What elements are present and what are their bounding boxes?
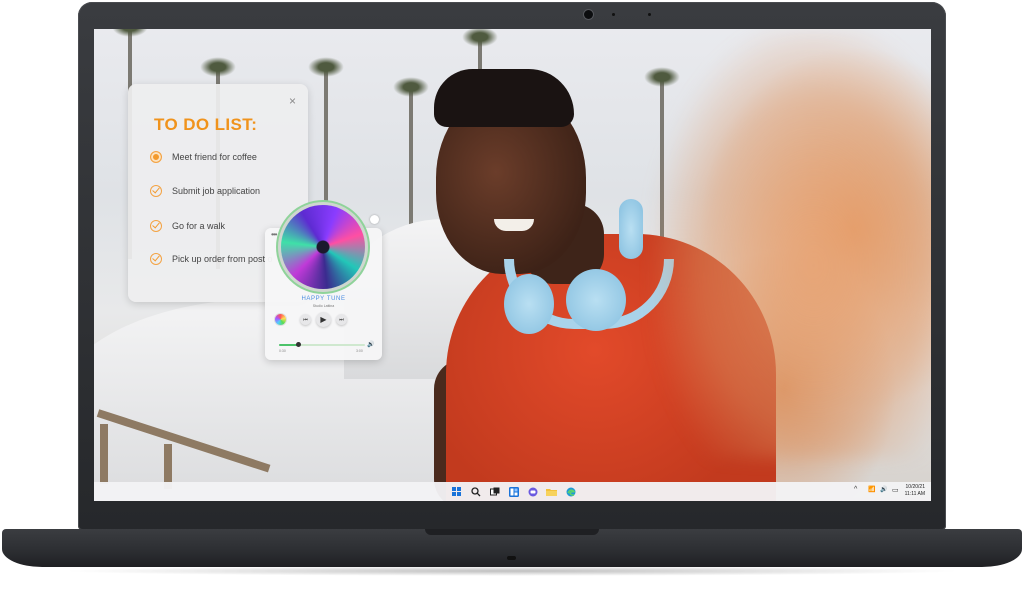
- drag-handle[interactable]: [370, 215, 379, 224]
- todo-item-label: Meet friend for coffee: [172, 152, 257, 162]
- close-icon[interactable]: ×: [289, 94, 296, 108]
- todo-item[interactable]: Submit job application: [150, 185, 260, 197]
- todo-item-label: Submit job application: [172, 186, 261, 196]
- battery-icon[interactable]: ▭: [892, 486, 899, 494]
- play-button[interactable]: ▶: [316, 312, 331, 327]
- headphone-cup-left: [504, 274, 554, 334]
- todo-item[interactable]: Meet friend for coffee: [150, 151, 257, 163]
- progress-knob[interactable]: [295, 342, 301, 347]
- todo-item[interactable]: Pick up order from post o: [150, 253, 273, 265]
- volume-icon[interactable]: 🔊: [367, 341, 374, 348]
- person-hair: [434, 69, 574, 127]
- todo-item-label: Pick up order from post o: [172, 254, 273, 264]
- todo-item-label: Go for a walk: [172, 221, 226, 231]
- widgets-icon[interactable]: [508, 486, 519, 497]
- file-explorer-icon[interactable]: [546, 486, 557, 497]
- task-view-icon[interactable]: [489, 486, 500, 497]
- front-sensor: [507, 556, 516, 560]
- song-artist: Studio Lattina: [312, 304, 335, 308]
- headphone-arm: [619, 199, 643, 259]
- chat-icon[interactable]: [527, 486, 538, 497]
- next-track-button[interactable]: ⏭: [336, 314, 347, 325]
- todo-item[interactable]: Go for a walk: [150, 220, 225, 232]
- music-player-widget: ••• HAPPY TUNE Studio Lattina ⏮ ▶ ⏭ 🔊 0:…: [265, 205, 382, 360]
- time-elapsed: 0:30: [279, 349, 286, 353]
- lid-hinge-notch: [425, 529, 599, 535]
- edge-browser-icon[interactable]: [565, 486, 576, 497]
- person-smile: [494, 219, 534, 231]
- wifi-icon[interactable]: 📶: [868, 486, 875, 493]
- progress-slider[interactable]: [279, 342, 365, 347]
- taskbar: ^ 📶 🔊 ▭ 10/20/21 11:11 AM: [94, 482, 931, 501]
- sensor-dot: [648, 13, 651, 16]
- previous-icon: ⏮: [303, 316, 308, 323]
- radio-active-icon[interactable]: [150, 151, 162, 163]
- checkmark-icon[interactable]: [150, 253, 162, 265]
- checkmark-icon[interactable]: [150, 185, 162, 197]
- chevron-up-icon[interactable]: ^: [854, 486, 857, 493]
- clock-time: 11:11 AM: [904, 491, 925, 497]
- todo-title: TO DO LIST:: [154, 115, 258, 134]
- clock[interactable]: 10/20/21 11:11 AM: [905, 484, 925, 498]
- volume-icon[interactable]: 🔊: [880, 486, 887, 493]
- next-icon: ⏭: [339, 316, 344, 323]
- desktop-screen: × TO DO LIST: Meet friend for coffee Sub…: [94, 29, 931, 501]
- color-wheel-icon[interactable]: [275, 314, 286, 325]
- windows-start-icon[interactable]: [451, 486, 462, 497]
- sensor-dot: [612, 13, 615, 16]
- webcam-icon: [584, 10, 593, 19]
- more-options-icon[interactable]: •••: [271, 230, 277, 239]
- clock-date: 10/20/21: [905, 484, 925, 490]
- time-total: 3:00: [356, 349, 363, 353]
- wooden-railing: [100, 424, 108, 484]
- blurred-hand: [654, 29, 931, 459]
- palm-tree: [393, 77, 429, 239]
- album-art: [281, 205, 365, 289]
- play-icon: ▶: [320, 315, 327, 324]
- search-icon[interactable]: [470, 486, 481, 497]
- laptop-shadow: [60, 566, 964, 576]
- song-title: HAPPY TUNE: [301, 296, 346, 302]
- previous-track-button[interactable]: ⏮: [300, 314, 311, 325]
- checkmark-icon[interactable]: [150, 220, 162, 232]
- headphone-cup-right: [566, 269, 626, 331]
